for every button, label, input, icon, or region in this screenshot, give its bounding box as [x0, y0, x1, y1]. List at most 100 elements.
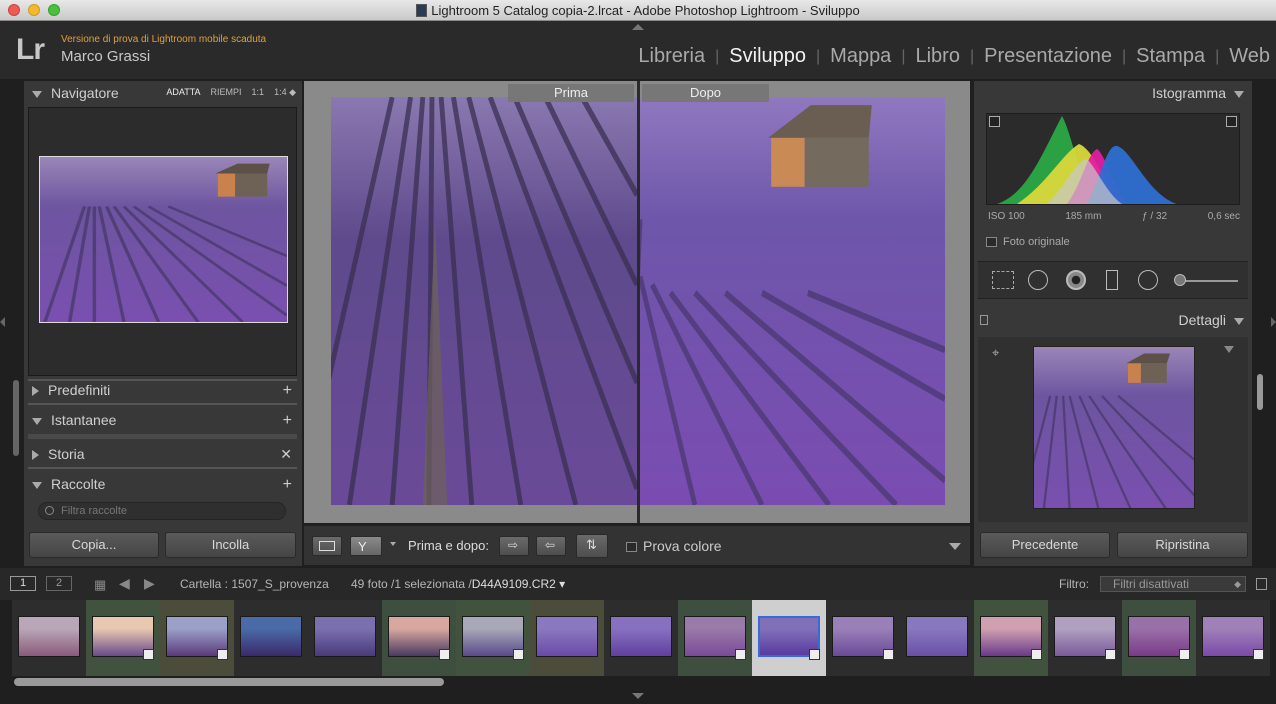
target-crosshair-icon[interactable]: ⌖	[992, 345, 999, 361]
filmstrip-cell[interactable]	[234, 600, 308, 676]
view-menu-chevron-icon[interactable]	[390, 542, 396, 546]
swap-settings-button[interactable]: ⇅	[576, 534, 608, 558]
snapshots-header[interactable]: Istantanee	[32, 412, 116, 436]
collapse-left-panel-icon[interactable]	[0, 317, 5, 327]
zoom-1-1[interactable]: 1:1	[252, 87, 265, 98]
navigator-header[interactable]: Navigatore	[32, 85, 119, 109]
toolbar-menu-chevron-icon[interactable]	[949, 543, 961, 550]
adjustment-brush-icon[interactable]	[1174, 274, 1186, 286]
filmstrip-cell[interactable]	[382, 600, 456, 676]
collapse-top-panel-icon[interactable]	[632, 24, 644, 30]
filmstrip-cell[interactable]	[752, 600, 826, 676]
filmstrip-cell[interactable]	[456, 600, 530, 676]
original-photo-toggle[interactable]: Foto originale	[986, 236, 1070, 248]
softproof-toggle[interactable]: Prova colore	[626, 538, 722, 554]
copy-before-to-after-button[interactable]: ⇨	[499, 536, 529, 556]
radial-filter-icon[interactable]	[1138, 270, 1158, 290]
module-libro[interactable]: Libro	[905, 45, 969, 68]
softproof-checkbox[interactable]	[626, 542, 637, 553]
filmstrip-thumbnail[interactable]	[906, 616, 968, 657]
source-folder[interactable]: Cartella : 1507_S_provenza	[180, 577, 329, 591]
paste-button[interactable]: Incolla	[165, 532, 296, 558]
filmstrip-cell[interactable]	[308, 600, 382, 676]
filmstrip-cell[interactable]	[678, 600, 752, 676]
module-picker: Libreria | Sviluppo | Mappa | Libro | Presen…	[628, 45, 1270, 68]
filmstrip-cell[interactable]	[160, 600, 234, 676]
expand-triangle-icon	[32, 450, 39, 461]
add-collection-icon[interactable]: +	[283, 476, 292, 494]
collections-filter-placeholder: Filtra raccolte	[61, 505, 128, 517]
filename[interactable]: D44A9109.CR2 ▾	[472, 577, 565, 591]
histogram[interactable]	[986, 113, 1240, 205]
crop-tool-icon[interactable]	[992, 271, 1014, 289]
red-eye-tool-icon[interactable]	[1066, 270, 1086, 290]
spot-removal-tool-icon[interactable]	[1028, 270, 1048, 290]
copy-after-to-before-button[interactable]: ⇦	[536, 536, 566, 556]
filter-select[interactable]: Filtri disattivati ◆	[1100, 576, 1246, 592]
zoom-custom[interactable]: 1:4 ◆	[274, 87, 296, 98]
grid-view-icon[interactable]: ▦	[94, 577, 106, 593]
module-mappa[interactable]: Mappa	[820, 45, 901, 68]
add-preset-icon[interactable]: +	[283, 382, 292, 400]
module-presentazione[interactable]: Presentazione	[974, 45, 1122, 68]
before-image[interactable]	[331, 97, 637, 505]
reset-button[interactable]: Ripristina	[1117, 532, 1248, 558]
left-scroll-thumb[interactable]	[13, 380, 19, 456]
filmstrip-scrollbar[interactable]	[14, 678, 444, 686]
details-preview-image[interactable]	[1033, 346, 1195, 509]
filmstrip-thumbnail[interactable]	[536, 616, 598, 657]
right-scroll-thumb[interactable]	[1257, 374, 1263, 410]
filter-lock-icon[interactable]	[1256, 578, 1267, 590]
filmstrip-cell[interactable]	[604, 600, 678, 676]
filmstrip-cell[interactable]	[1122, 600, 1196, 676]
collections-header[interactable]: Raccolte	[32, 476, 105, 500]
loupe-view-button[interactable]	[312, 536, 342, 556]
collections-filter-input[interactable]: Filtra raccolte	[38, 502, 286, 520]
develop-settings-badge-icon	[1179, 649, 1190, 660]
split-divider[interactable]	[637, 81, 640, 523]
after-image[interactable]	[640, 97, 945, 505]
lavender-rows-image	[331, 97, 637, 505]
filmstrip-cell[interactable]	[1196, 600, 1270, 676]
details-menu-chevron-icon[interactable]	[1224, 346, 1234, 353]
zoom-fit[interactable]: ADATTA	[166, 87, 200, 98]
module-libreria[interactable]: Libreria	[628, 45, 715, 68]
histogram-header[interactable]: Istogramma	[1152, 85, 1244, 109]
add-snapshot-icon[interactable]: +	[283, 412, 292, 430]
collapse-right-panel-icon[interactable]	[1271, 317, 1276, 327]
filmstrip-cell[interactable]	[1048, 600, 1122, 676]
filmstrip-thumbnail[interactable]	[240, 616, 302, 657]
copy-button[interactable]: Copia...	[29, 532, 159, 558]
zoom-fill[interactable]: RIEMPI	[211, 87, 242, 98]
module-sviluppo[interactable]: Sviluppo	[719, 45, 816, 68]
clear-history-icon[interactable]: ✕	[280, 446, 292, 463]
original-photo-checkbox[interactable]	[986, 237, 997, 248]
filmstrip-cell[interactable]	[974, 600, 1048, 676]
filmstrip-cell[interactable]	[826, 600, 900, 676]
before-after-view-button[interactable]: Y	[350, 536, 382, 556]
filmstrip-thumbnail[interactable]	[18, 616, 80, 657]
filmstrip-cell[interactable]	[86, 600, 160, 676]
secondary-window-button[interactable]: 2	[46, 576, 72, 591]
main-window-button[interactable]: 1	[10, 576, 36, 591]
panel-toggle-icon[interactable]	[980, 315, 988, 325]
loupe-icon	[319, 541, 335, 551]
filmstrip-thumbnail[interactable]	[314, 616, 376, 657]
arrow-left-icon: ⇦	[545, 538, 556, 552]
histogram-title: Istogramma	[1152, 85, 1226, 101]
collapse-bottom-panel-icon[interactable]	[632, 693, 644, 699]
filmstrip-toolbar: 1 2 ▦ ◀ ▶ Cartella : 1507_S_provenza 49 …	[0, 568, 1276, 600]
filmstrip-cell[interactable]	[530, 600, 604, 676]
module-web[interactable]: Web	[1219, 45, 1270, 68]
filmstrip-cell[interactable]	[900, 600, 974, 676]
previous-button[interactable]: Precedente	[980, 532, 1110, 558]
module-stampa[interactable]: Stampa	[1126, 45, 1215, 68]
filmstrip-thumbnail[interactable]	[610, 616, 672, 657]
navigator-thumbnail[interactable]	[39, 156, 289, 323]
back-arrow-icon[interactable]: ◀	[119, 575, 130, 592]
graduated-filter-icon[interactable]	[1106, 270, 1118, 290]
forward-arrow-icon[interactable]: ▶	[144, 575, 155, 592]
details-header[interactable]: Dettagli	[1179, 312, 1244, 336]
swap-icon: ⇅	[586, 537, 597, 552]
filmstrip-cell[interactable]	[12, 600, 86, 676]
